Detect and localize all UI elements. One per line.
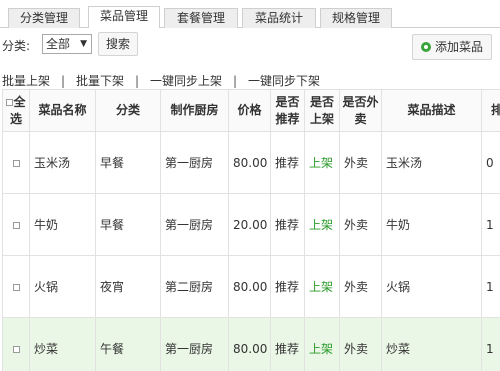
dish-category: 早餐 — [95, 193, 161, 256]
dropdown-arrow-icon: ▼ — [80, 39, 87, 49]
dish-sort: 1 — [481, 317, 500, 371]
add-dish-label: 添加菜品 — [434, 40, 483, 54]
row-checkbox[interactable] — [12, 159, 20, 167]
row-checkbox[interactable] — [12, 221, 20, 229]
row-select-cell — [2, 317, 30, 371]
dish-category: 午餐 — [95, 317, 161, 371]
row-select-cell — [2, 131, 30, 194]
tab-category-management[interactable]: 分类管理 — [8, 8, 80, 28]
dish-takeout: 外卖 — [339, 131, 382, 194]
dish-on-shelf-status[interactable]: 上架 — [304, 255, 340, 318]
dish-kitchen: 第一厨房 — [160, 131, 229, 194]
table-row: 玉米汤 早餐 第一厨房 80.00 推荐 上架 外卖 玉米汤 0 — [2, 131, 500, 194]
separator: | — [135, 74, 140, 88]
add-dish-button[interactable]: 添加菜品 — [412, 34, 492, 60]
dish-takeout: 外卖 — [339, 255, 382, 318]
category-select[interactable]: 全部 ▼ — [42, 34, 92, 54]
dish-name: 牛奶 — [29, 193, 96, 256]
dish-description: 牛奶 — [381, 193, 482, 256]
table-row: 牛奶 早餐 第一厨房 20.00 推荐 上架 外卖 牛奶 1 — [2, 193, 500, 256]
row-checkbox[interactable] — [12, 283, 20, 291]
dish-on-shelf-status[interactable]: 上架 — [304, 193, 340, 256]
header-description: 菜品描述 — [381, 89, 482, 132]
dish-table: 全选 菜品名称 分类 制作厨房 价格 是否推荐 是否上架 是否外卖 菜品描述 排… — [2, 89, 500, 371]
dish-price: 80.00 — [228, 255, 271, 318]
row-select-cell — [2, 193, 30, 256]
dish-on-shelf-status[interactable]: 上架 — [304, 131, 340, 194]
batch-up-link[interactable]: 批量上架 — [2, 74, 50, 88]
dish-recommend: 推荐 — [270, 255, 305, 318]
sync-up-link[interactable]: 一键同步上架 — [150, 74, 222, 88]
tab-set-meal-management[interactable]: 套餐管理 — [164, 8, 238, 28]
search-button[interactable]: 搜索 — [98, 32, 138, 56]
select-all-label: 全选 — [9, 94, 26, 126]
dish-sort: 0 — [481, 131, 500, 194]
header-kitchen: 制作厨房 — [160, 89, 229, 132]
dish-takeout: 外卖 — [339, 193, 382, 256]
dish-recommend: 推荐 — [270, 193, 305, 256]
header-category: 分类 — [95, 89, 161, 132]
dish-recommend: 推荐 — [270, 317, 305, 371]
dish-sort: 1 — [481, 255, 500, 318]
row-checkbox[interactable] — [12, 345, 20, 353]
dish-sort: 1 — [481, 193, 500, 256]
tab-dish-statistics[interactable]: 菜品统计 — [242, 8, 316, 28]
separator: | — [233, 74, 238, 88]
dish-description: 玉米汤 — [381, 131, 482, 194]
table-row: 炒菜 午餐 第一厨房 80.00 推荐 上架 外卖 炒菜 1 — [2, 317, 500, 371]
dish-description: 炒菜 — [381, 317, 482, 371]
dish-on-shelf-status[interactable]: 上架 — [304, 317, 340, 371]
header-dish-name: 菜品名称 — [29, 89, 96, 132]
dish-description: 火锅 — [381, 255, 482, 318]
dish-kitchen: 第二厨房 — [160, 255, 229, 318]
dish-price: 80.00 — [228, 317, 271, 371]
header-takeout: 是否外卖 — [339, 89, 382, 132]
dish-recommend: 推荐 — [270, 131, 305, 194]
separator: | — [60, 74, 66, 88]
batch-actions: 批量上架 | 批量下架 | 一键同步上架 | 一键同步下架 — [2, 72, 320, 89]
add-circle-icon — [421, 42, 431, 52]
header-price: 价格 — [228, 89, 271, 132]
header-sort: 排 — [481, 89, 500, 132]
tab-dish-management[interactable]: 菜品管理 — [88, 6, 160, 28]
dish-price: 80.00 — [228, 131, 271, 194]
header-recommend: 是否推荐 — [270, 89, 305, 132]
sync-down-link[interactable]: 一键同步下架 — [248, 74, 320, 88]
category-select-value: 全部 — [46, 37, 71, 51]
category-filter-label: 分类: — [2, 39, 31, 53]
dish-price: 20.00 — [228, 193, 271, 256]
table-row: 火锅 夜宵 第二厨房 80.00 推荐 上架 外卖 火锅 1 — [2, 255, 500, 318]
batch-down-link[interactable]: 批量下架 — [76, 74, 124, 88]
dish-category: 早餐 — [95, 131, 161, 194]
tab-bar: 分类管理 菜品管理 套餐管理 菜品统计 规格管理 — [0, 0, 500, 28]
header-on-shelf: 是否上架 — [304, 89, 340, 132]
dish-name: 炒菜 — [29, 317, 96, 371]
tab-spec-management[interactable]: 规格管理 — [320, 8, 392, 28]
select-all-header[interactable]: 全选 — [2, 89, 30, 132]
dish-kitchen: 第一厨房 — [160, 193, 229, 256]
dish-kitchen: 第一厨房 — [160, 317, 229, 371]
row-select-cell — [2, 255, 30, 318]
dish-takeout: 外卖 — [339, 317, 382, 371]
dish-name: 火锅 — [29, 255, 96, 318]
dish-category: 夜宵 — [95, 255, 161, 318]
dish-name: 玉米汤 — [29, 131, 96, 194]
table-header-row: 全选 菜品名称 分类 制作厨房 价格 是否推荐 是否上架 是否外卖 菜品描述 排 — [2, 89, 500, 132]
